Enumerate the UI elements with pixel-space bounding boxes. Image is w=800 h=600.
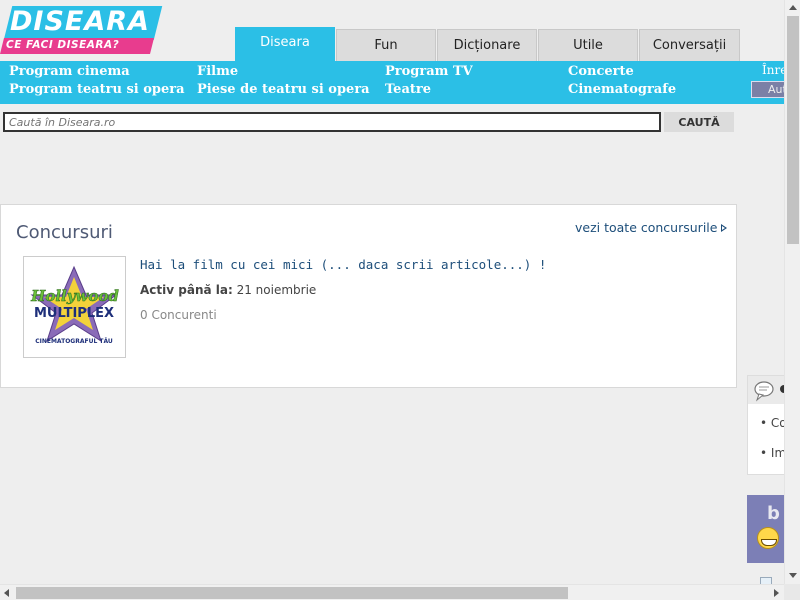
logo-tagline: CE FACI DISEARA?: [6, 39, 120, 51]
horizontal-scroll-thumb[interactable]: [16, 587, 568, 599]
scroll-down-icon[interactable]: [789, 573, 797, 578]
tab-dictionare[interactable]: Dicționare: [437, 29, 537, 61]
contest-active-until: Activ până la: 21 noiembrie: [140, 283, 316, 297]
nav-program-cinema[interactable]: Program cinema: [9, 64, 130, 79]
tab-conversatii[interactable]: Conversații: [639, 29, 740, 61]
see-all-label: vezi toate concursurile: [575, 220, 718, 235]
contest-title-link[interactable]: Hai la film cu cei mici (... daca scrii …: [140, 257, 546, 272]
see-all-contests-link[interactable]: vezi toate concursurile: [575, 220, 728, 235]
sub-navigation: Program cinema Program teatru si opera F…: [0, 61, 800, 104]
contests-panel: Concursuri vezi toate concursurile Holly…: [0, 204, 737, 388]
comments-item-2[interactable]: • Im: [760, 446, 786, 460]
arrow-right-icon: [721, 223, 728, 232]
logo-title: DISEARA: [10, 6, 150, 37]
vertical-scroll-thumb[interactable]: [787, 16, 799, 244]
nav-teatre[interactable]: Teatre: [385, 82, 431, 97]
thumb-caption-text: CINEMATOGRAFUL TĂU: [35, 338, 113, 345]
nav-program-tv[interactable]: Program TV: [385, 64, 473, 79]
scroll-up-icon[interactable]: [789, 5, 797, 10]
nav-piese-teatru[interactable]: Piese de teatru si opera: [197, 82, 370, 97]
site-logo[interactable]: DISEARA CE FACI DISEARA?: [0, 4, 163, 54]
tab-diseara[interactable]: Diseara: [235, 27, 335, 61]
comments-widget: • Co • Im: [747, 375, 787, 475]
scroll-right-icon[interactable]: [774, 589, 779, 597]
search-input[interactable]: [3, 112, 661, 132]
comments-item-1[interactable]: • Co: [760, 416, 786, 430]
promo-banner[interactable]: b: [747, 495, 787, 563]
horizontal-scrollbar[interactable]: [0, 584, 784, 600]
tab-fun[interactable]: Fun: [336, 29, 436, 61]
active-label: Activ până la:: [140, 283, 233, 297]
tab-utile[interactable]: Utile: [538, 29, 638, 61]
nav-concerte[interactable]: Concerte: [568, 64, 634, 79]
speech-bubble-icon: [754, 381, 786, 402]
hollywood-multiplex-logo: Hollywood MULTIPLEX CINEMATOGRAFUL TĂU: [30, 265, 120, 345]
contest-thumbnail[interactable]: Hollywood MULTIPLEX CINEMATOGRAFUL TĂU: [23, 256, 126, 358]
contests-title: Concursuri: [16, 222, 113, 243]
scroll-left-icon[interactable]: [4, 589, 9, 597]
nav-filme[interactable]: Filme: [197, 64, 238, 79]
promo-letter: b: [767, 503, 780, 524]
thumb-logo-text: Hollywood: [30, 287, 119, 305]
main-tabs: Diseara Fun Dicționare Utile Conversații: [235, 27, 741, 61]
smiley-icon: [757, 527, 779, 549]
nav-program-teatru[interactable]: Program teatru si opera: [9, 82, 185, 97]
thumb-sub-text: MULTIPLEX: [34, 306, 114, 321]
contest-participants: 0 Concurenti: [140, 308, 217, 322]
active-value: 21 noiembrie: [236, 283, 317, 297]
vertical-scrollbar[interactable]: [784, 0, 800, 584]
search-button[interactable]: CAUTĂ: [664, 112, 734, 132]
scrollbar-corner: [784, 584, 800, 600]
nav-cinematografe[interactable]: Cinematografe: [568, 82, 676, 97]
